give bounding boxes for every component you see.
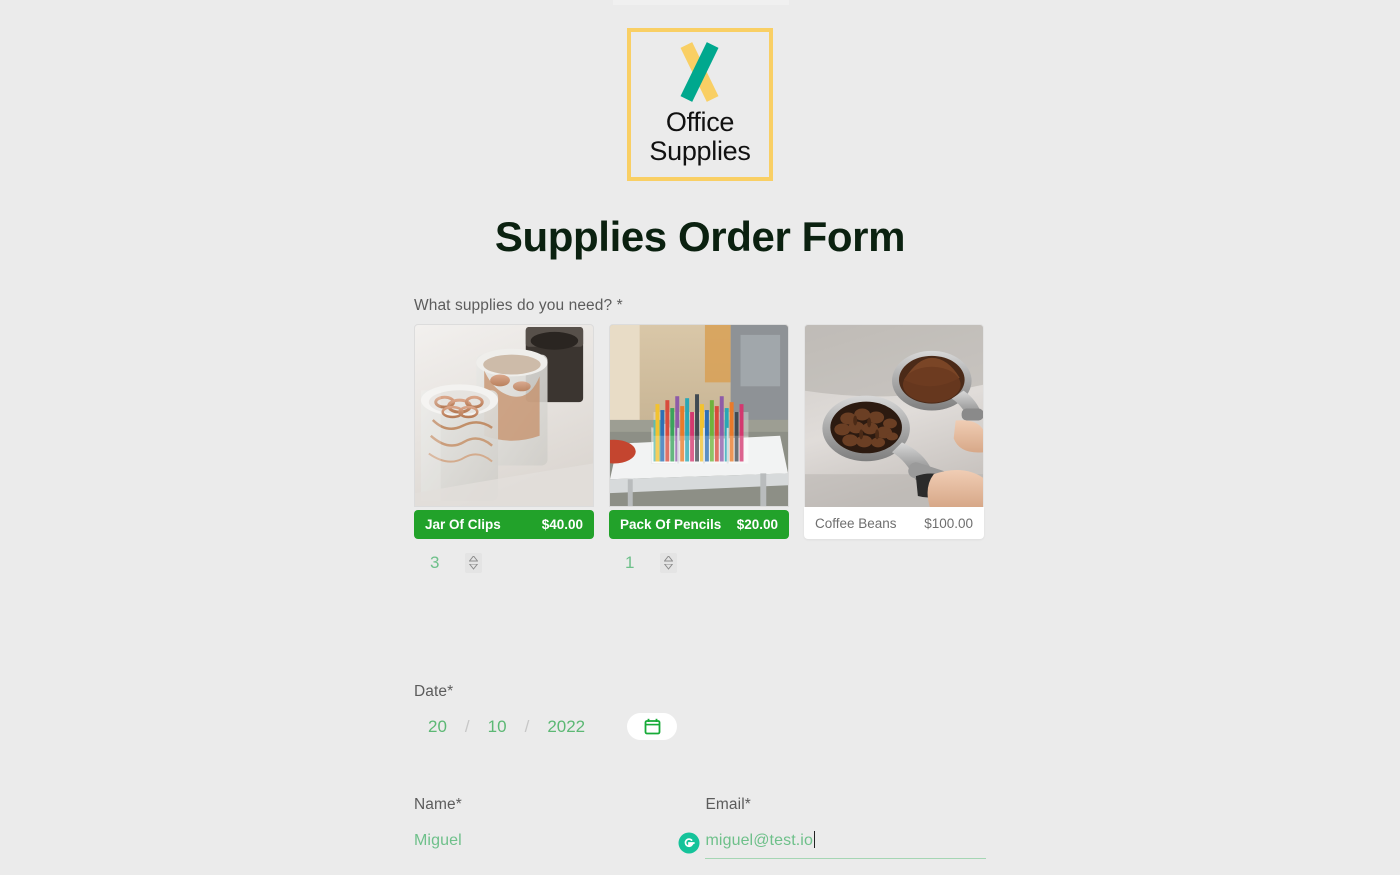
logo-text: Office Supplies [649, 107, 751, 167]
date-input[interactable]: 20 / 10 / 2022 [414, 713, 986, 740]
product-label-bar-coffee-beans: Coffee Beans $100.00 [804, 507, 984, 539]
product-card-pack-of-pencils[interactable]: Pack Of Pencils $20.00 1 [609, 324, 789, 575]
product-name: Jar Of Clips [425, 517, 501, 532]
product-price: $20.00 [736, 517, 778, 532]
quantity-stepper-pack-of-pencils[interactable]: 1 [609, 551, 789, 575]
email-label: Email* [705, 796, 751, 813]
product-image-coffee-beans[interactable] [804, 324, 984, 507]
supplies-question-label: What supplies do you need? * [414, 297, 623, 314]
email-value: miguel@test.io [705, 832, 813, 849]
quantity-value[interactable]: 1 [625, 553, 634, 573]
date-year[interactable]: 2022 [547, 717, 585, 737]
quantity-stepper-jar-of-clips[interactable]: 3 [414, 551, 594, 575]
date-day[interactable]: 20 [428, 717, 447, 737]
product-label-bar-pack-of-pencils: Pack Of Pencils $20.00 [609, 510, 789, 539]
name-field: Name* Miguel [414, 796, 705, 859]
order-form-page: Office Supplies Supplies Order Form What… [0, 0, 1400, 875]
email-input[interactable]: miguel@test.io [705, 828, 986, 859]
calendar-icon[interactable] [627, 713, 678, 740]
date-separator-2: / [524, 716, 530, 736]
date-separator-1: / [464, 716, 470, 736]
grammarly-icon[interactable] [678, 832, 700, 854]
text-caret [813, 831, 815, 848]
product-card-jar-of-clips[interactable]: Jar Of Clips $40.00 3 [414, 324, 594, 575]
email-field: Email* miguel@test.io [705, 796, 986, 859]
quantity-value[interactable]: 3 [430, 553, 439, 573]
product-image-pack-of-pencils[interactable] [609, 324, 789, 507]
product-name: Coffee Beans [815, 515, 897, 531]
brand-logo: Office Supplies [627, 28, 773, 181]
page-title: Supplies Order Form [494, 213, 906, 260]
product-price: $100.00 [924, 515, 973, 531]
logo-x-mark-icon [669, 42, 731, 102]
product-price: $40.00 [541, 517, 583, 532]
date-label: Date* [414, 683, 454, 700]
product-name: Pack Of Pencils [620, 517, 722, 532]
product-image-jar-of-clips[interactable] [414, 324, 594, 507]
date-month[interactable]: 10 [488, 717, 507, 737]
logo-line-2: Supplies [649, 136, 751, 167]
product-label-bar-jar-of-clips: Jar Of Clips $40.00 [414, 510, 594, 539]
date-field: Date* 20 / 10 / 2022 [414, 683, 986, 740]
name-input[interactable]: Miguel [414, 828, 705, 853]
logo-line-1: Office [665, 107, 735, 137]
page-top-strip [613, 0, 789, 5]
name-email-row: Name* Miguel Email* miguel@test.io [414, 796, 986, 859]
supplies-options: Jar Of Clips $40.00 3 Pack Of Pencils $2… [414, 324, 986, 575]
name-label: Name* [414, 796, 462, 813]
quantity-spinner-icon[interactable] [660, 553, 678, 573]
quantity-spinner-icon[interactable] [465, 553, 483, 573]
product-card-coffee-beans[interactable]: Coffee Beans $100.00 [804, 324, 984, 575]
form-body: What supplies do you need? * Jar Of Clip… [414, 297, 986, 875]
